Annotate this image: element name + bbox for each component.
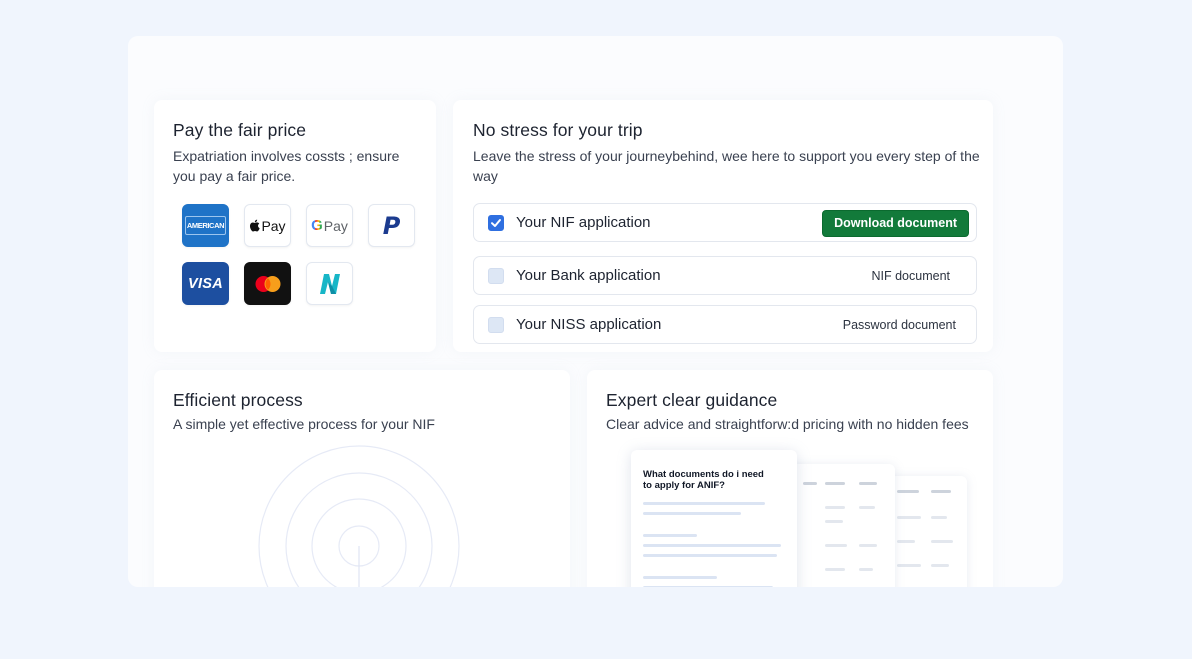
n-brand-icon bbox=[306, 262, 353, 305]
amex-icon: AMERICAN bbox=[182, 204, 229, 247]
mastercard-icon bbox=[244, 262, 291, 305]
expert-guidance-card: Expert clear guidance Clear advice and s… bbox=[587, 370, 993, 587]
concentric-circles-illustration bbox=[258, 445, 460, 587]
application-label: Your NIF application bbox=[516, 214, 651, 231]
document-preview-back bbox=[887, 476, 967, 587]
niss-application-row: Your NISS application Password document bbox=[473, 305, 977, 344]
document-preview-middle bbox=[783, 464, 895, 587]
card-description: Clear advice and straightforw:d pricing … bbox=[606, 416, 969, 432]
google-g-icon: G bbox=[311, 217, 323, 234]
password-document-link[interactable]: Password document bbox=[843, 318, 956, 332]
card-title: Pay the fair price bbox=[173, 120, 307, 140]
nif-application-row: Your NIF application Download document bbox=[473, 203, 977, 242]
google-pay-icon: G Pay bbox=[306, 204, 353, 247]
apple-pay-icon: Pay bbox=[244, 204, 291, 247]
card-title: No stress for your trip bbox=[473, 120, 643, 140]
checkbox-checked[interactable] bbox=[488, 215, 504, 231]
document-question: What documents do i need to apply for AN… bbox=[643, 469, 764, 491]
download-document-button[interactable]: Download document bbox=[822, 210, 969, 237]
check-icon bbox=[491, 219, 501, 227]
visa-icon: VISA bbox=[182, 262, 229, 305]
bank-application-row: Your Bank application NIF document bbox=[473, 256, 977, 295]
card-description: Leave the stress of your journeybehind, … bbox=[473, 148, 980, 184]
card-description: Expatriation involves cossts ; ensure yo… bbox=[173, 148, 400, 184]
application-label: Your Bank application bbox=[516, 267, 661, 284]
checkbox-unchecked[interactable] bbox=[488, 268, 504, 284]
pay-fair-price-card: Pay the fair price Expatriation involves… bbox=[154, 100, 436, 352]
features-panel: Pay the fair price Expatriation involves… bbox=[128, 36, 1063, 587]
checkbox-unchecked[interactable] bbox=[488, 317, 504, 333]
no-stress-trip-card: No stress for your trip Leave the stress… bbox=[453, 100, 993, 352]
efficient-process-card: Efficient process A simple yet effective… bbox=[154, 370, 570, 587]
apple-logo-icon bbox=[250, 219, 261, 232]
application-label: Your NISS application bbox=[516, 316, 662, 333]
card-title: Expert clear guidance bbox=[606, 390, 778, 410]
document-preview-front: What documents do i need to apply for AN… bbox=[631, 450, 797, 587]
paypal-icon: P bbox=[368, 204, 415, 247]
nif-document-link[interactable]: NIF document bbox=[871, 269, 950, 283]
